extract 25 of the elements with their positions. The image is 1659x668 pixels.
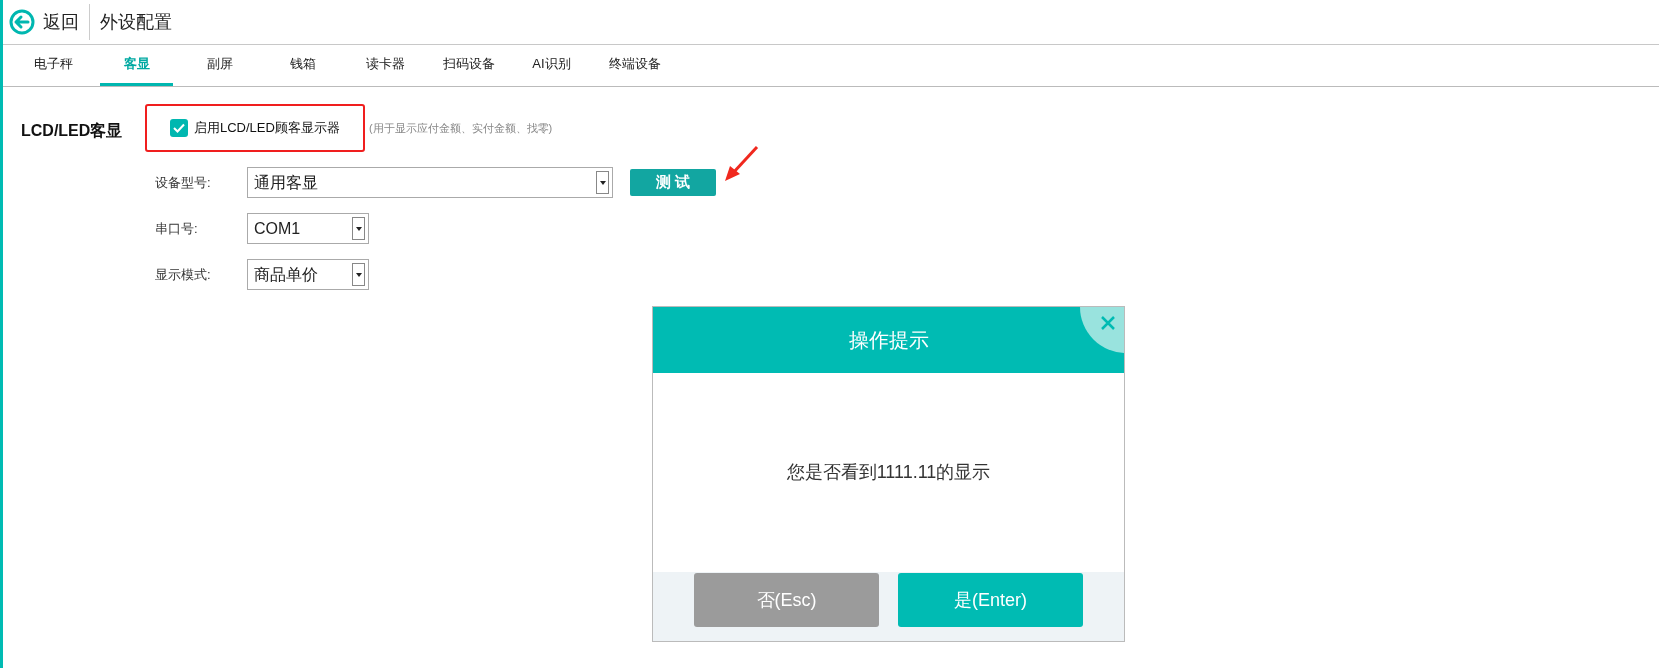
dialog-title: 操作提示 [848,328,929,353]
caret-icon [352,217,365,240]
tab[interactable]: 副屏 [183,53,256,86]
tab[interactable]: 钱箱 [266,53,339,86]
caret-icon [596,171,609,194]
enable-checkbox[interactable]: 启用LCD/LED顾客显示器 [145,104,365,152]
tab[interactable]: 电子秤 [17,53,90,86]
back-button[interactable]: 返回 [9,4,90,40]
dropdown[interactable]: 商品单价 [247,259,369,290]
field-label: 设备型号: [155,173,212,192]
tab[interactable]: 终端设备 [598,53,671,86]
dialog-message: 您是否看到1111.11的显示 [786,461,991,484]
arrow-icon [723,144,759,183]
tab[interactable]: AI识别 [515,53,588,86]
field-label: 显示模式: [155,265,212,284]
tab[interactable]: 读卡器 [349,53,422,86]
section-title: LCD/LED客显 [21,121,124,141]
page-title: 外设配置 [100,10,172,34]
dropdown[interactable]: 通用客显 [247,167,613,198]
close-icon [1100,315,1116,331]
dropdown[interactable]: COM1 [247,213,369,244]
caret-icon [352,263,365,286]
field-label: 串口号: [155,219,199,238]
tab[interactable]: 扫码设备 [432,53,505,86]
hint-text: (用于显示应付金额、实付金额、找零) [368,120,553,136]
